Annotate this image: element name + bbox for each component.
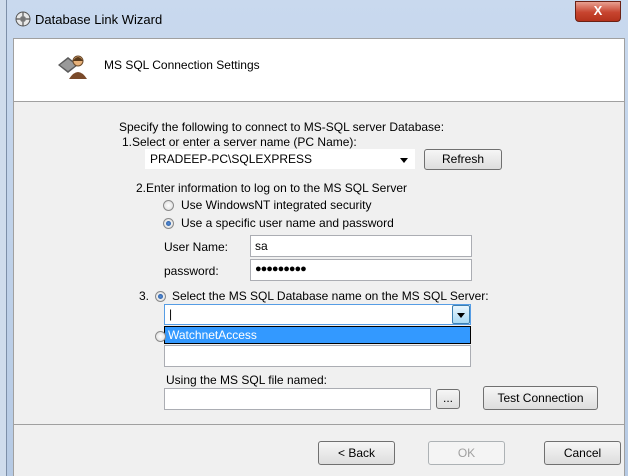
title-bar[interactable]: Database Link Wizard X — [7, 0, 628, 38]
database-value: | — [169, 307, 173, 321]
browse-button[interactable]: ... — [436, 389, 460, 409]
header-title: MS SQL Connection Settings — [104, 58, 260, 72]
username-label: User Name: — [164, 240, 229, 254]
dropdown-option-watchnetaccess[interactable]: WatchnetAccess — [165, 327, 470, 343]
password-label: password: — [164, 264, 219, 278]
wizard-header: MS SQL Connection Settings — [14, 39, 624, 102]
database-dropdown-button[interactable] — [452, 305, 470, 324]
ok-button[interactable]: OK — [428, 441, 505, 465]
step2-label: 2.Enter information to log on to the MS … — [136, 181, 408, 195]
close-button[interactable]: X — [575, 1, 621, 22]
file-label: Using the MS SQL file named: — [166, 373, 327, 387]
database-combo[interactable]: | — [164, 304, 471, 325]
database-link-icon — [15, 11, 31, 27]
file-name-input[interactable] — [164, 388, 431, 410]
use-file-radio[interactable] — [155, 331, 166, 342]
window-title: Database Link Wizard — [35, 12, 163, 27]
select-database-radio[interactable] — [155, 291, 166, 302]
username-input[interactable]: sa — [250, 235, 472, 257]
step3-label: Select the MS SQL Database name on the M… — [172, 289, 489, 303]
auth-specific-label: Use a specific user name and password — [181, 216, 394, 230]
chevron-down-icon[interactable] — [400, 158, 408, 163]
database-dropdown-list: WatchnetAccess — [164, 326, 471, 344]
cancel-button[interactable]: Cancel — [544, 441, 621, 465]
database-detail-field[interactable] — [164, 345, 471, 367]
password-input[interactable]: ●●●●●●●●● — [250, 259, 472, 281]
auth-specific-radio[interactable] — [163, 218, 174, 229]
footer-divider — [14, 424, 624, 425]
test-connection-button[interactable]: Test Connection — [483, 386, 598, 410]
wizard-client-area: MS SQL Connection Settings Specify the f… — [13, 38, 625, 476]
server-name-combo[interactable]: PRADEEP-PC\SQLEXPRESS — [145, 149, 415, 169]
step1-label: 1.Select or enter a server name (PC Name… — [122, 135, 357, 149]
back-button[interactable]: < Back — [318, 441, 395, 465]
server-name-value: PRADEEP-PC\SQLEXPRESS — [150, 152, 313, 166]
refresh-button[interactable]: Refresh — [424, 149, 502, 170]
auth-windows-radio[interactable] — [163, 200, 174, 211]
auth-windows-label: Use WindowsNT integrated security — [181, 198, 372, 212]
wizard-window: Database Link Wizard X MS SQL Connection… — [6, 0, 628, 476]
database-user-icon — [58, 55, 87, 79]
chevron-down-icon — [457, 313, 465, 318]
intro-text: Specify the following to connect to MS-S… — [119, 120, 445, 134]
step3-number: 3. — [139, 289, 150, 303]
